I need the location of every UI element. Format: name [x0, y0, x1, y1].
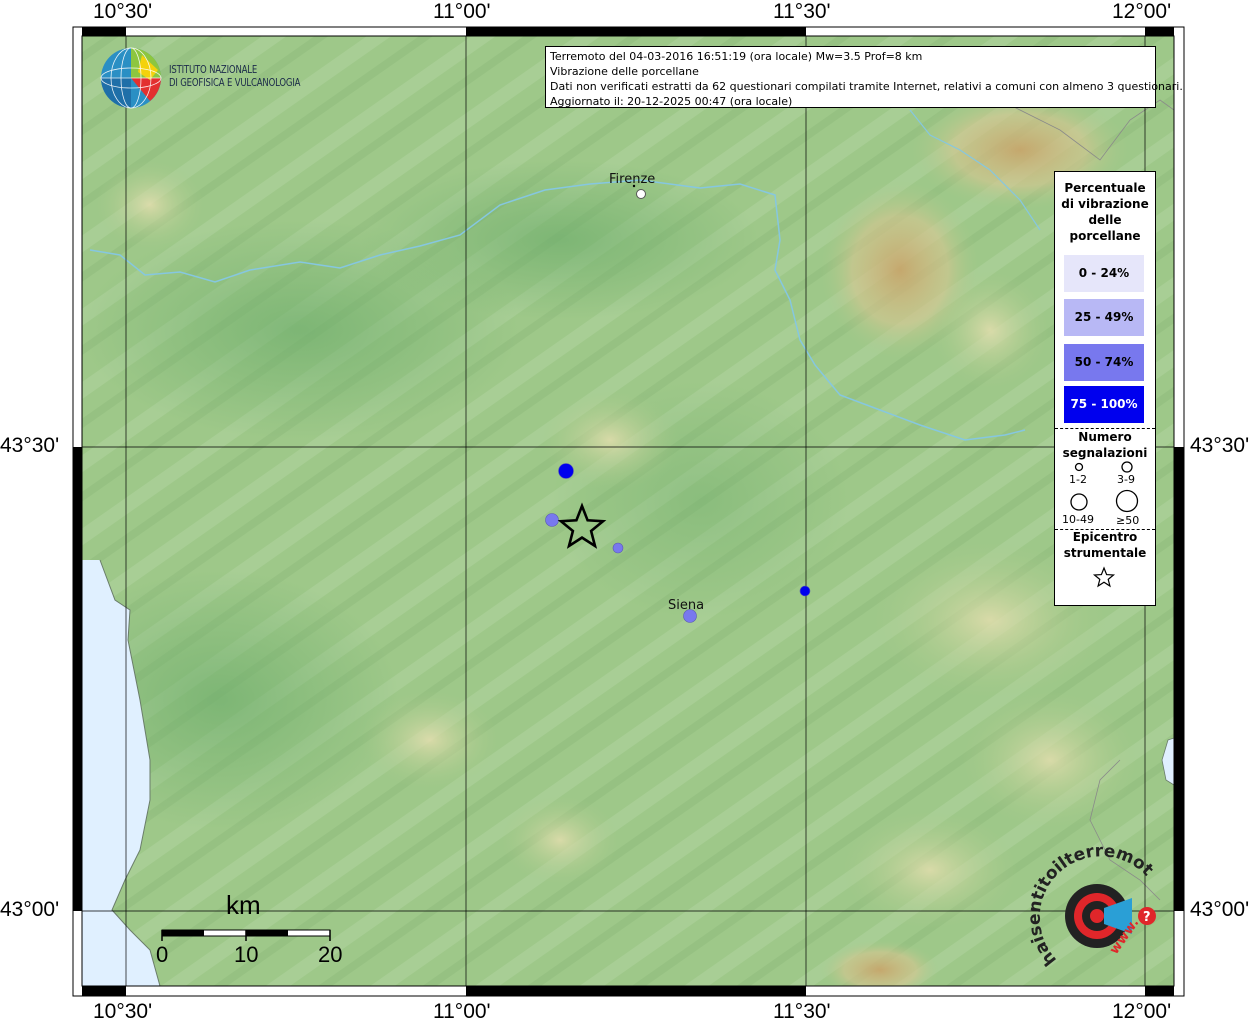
- lat-label-right-2: 43°00': [1190, 898, 1250, 921]
- observation-marker: [799, 585, 811, 597]
- legend-epicentre-star-icon: [1092, 566, 1116, 588]
- observation-marker: [558, 463, 574, 479]
- legend-class-50-74: 50 - 74%: [1064, 344, 1144, 381]
- legend-size-label-1: 1-2: [1069, 473, 1087, 486]
- legend-class-label: 75 - 100%: [1070, 397, 1138, 411]
- legend-title-3: delle: [1088, 213, 1122, 227]
- legend-count-title-1: Numero: [1078, 430, 1132, 444]
- legend-size-symbols: [1070, 461, 1139, 513]
- legend-size-label-3: 10-49: [1062, 513, 1094, 526]
- firenze-marker: [636, 189, 646, 199]
- lon-label-bottom-2: 11°00': [433, 1000, 491, 1023]
- lon-label-top-1: 10°30': [93, 0, 153, 23]
- city-label-firenze: Firenze: [609, 172, 656, 187]
- lon-label-bottom-4: 12°00': [1112, 1000, 1172, 1023]
- lon-label-bottom-1: 10°30': [93, 1000, 153, 1023]
- svg-text:?: ?: [1143, 910, 1151, 925]
- observation-marker: [545, 513, 559, 527]
- event-info-box: Terremoto del 04-03-2016 16:51:19 (ora l…: [545, 46, 1183, 108]
- ingv-globe-logo: [100, 47, 162, 109]
- legend-epicentre-title-1: Epicentro: [1072, 530, 1138, 544]
- legend-title-4: porcellane: [1069, 229, 1141, 243]
- legend-class-25-49: 25 - 49%: [1064, 299, 1144, 336]
- update-timestamp: Aggiornato il: 20-12-2025 00:47 (ora loc…: [550, 95, 793, 108]
- scale-label-20: 20: [318, 942, 343, 967]
- legend-epicentre-title-2: strumentale: [1063, 546, 1147, 560]
- legend-class-0-24: 0 - 24%: [1064, 255, 1144, 292]
- legend-size-label-2: 3-9: [1117, 473, 1135, 486]
- lon-label-top-3: 11°30': [773, 0, 831, 23]
- legend-title-1: Percentuale: [1064, 181, 1146, 195]
- legend-class-label: 25 - 49%: [1074, 310, 1134, 324]
- lat-label-left-1: 43°30': [0, 434, 60, 457]
- scale-unit: km: [226, 890, 261, 920]
- logo-line-1: ISTITUTO NAZIONALE: [169, 63, 258, 76]
- legend-size-label-4: ≥50: [1116, 514, 1140, 527]
- legend-panel: Percentuale di vibrazione delle porcella…: [1054, 171, 1156, 606]
- city-label-siena: Siena: [668, 598, 705, 613]
- lat-label-right-1: 43°30': [1190, 434, 1250, 457]
- legend-class-label: 0 - 24%: [1078, 266, 1130, 280]
- lon-label-bottom-3: 11°30': [773, 1000, 831, 1023]
- data-note: Dati non verificati estratti da 62 quest…: [550, 80, 1183, 93]
- logo-line-2: DI GEOFISICA E VULCANOLOGIA: [169, 76, 301, 89]
- map-parameter: Vibrazione delle porcellane: [550, 65, 699, 78]
- legend-class-label: 50 - 74%: [1074, 355, 1134, 369]
- lat-label-left-2: 43°00': [0, 898, 60, 921]
- lon-label-top-2: 11°00': [433, 0, 491, 23]
- lon-label-top-4: 12°00': [1112, 0, 1172, 23]
- ingv-logo-text: ISTITUTO NAZIONALE DI GEOFISICA E VULCAN…: [169, 63, 300, 89]
- scale-label-0: 0: [156, 942, 169, 967]
- observation-marker: [612, 542, 624, 554]
- legend-title-2: di vibrazione: [1061, 197, 1149, 211]
- event-title: Terremoto del 04-03-2016 16:51:19 (ora l…: [550, 50, 923, 63]
- legend-class-75-100: 75 - 100%: [1064, 386, 1144, 423]
- scale-label-10: 10: [234, 942, 259, 967]
